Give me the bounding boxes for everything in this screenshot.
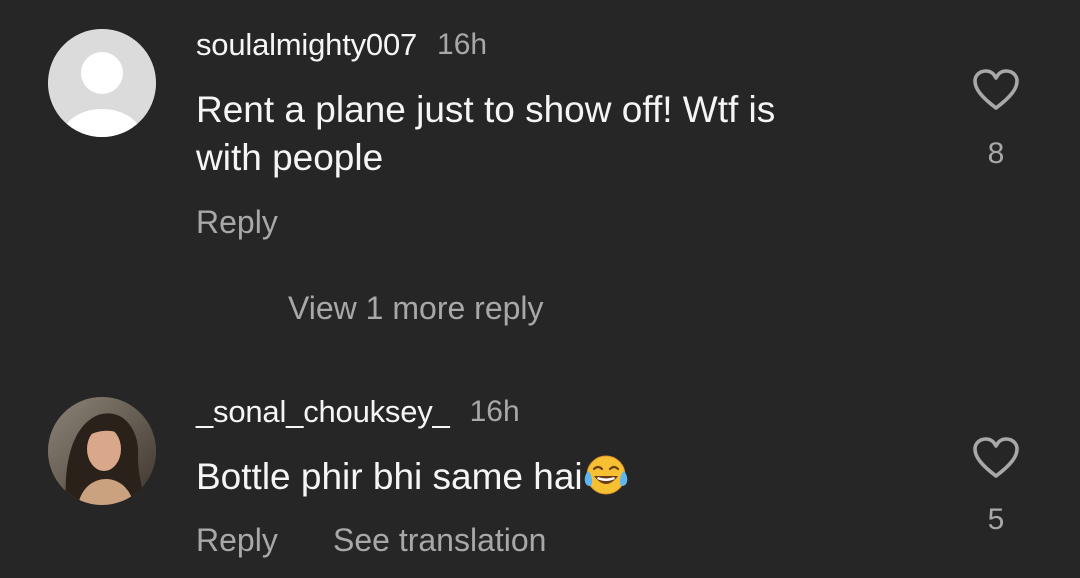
timestamp: 16h <box>437 28 488 61</box>
timestamp: 16h <box>469 395 520 428</box>
avatar[interactable] <box>48 397 156 505</box>
view-more-replies-button[interactable]: View 1 more reply <box>288 290 544 327</box>
heart-outline-icon[interactable] <box>972 68 1020 117</box>
reply-button[interactable]: Reply <box>196 522 278 559</box>
comment-header: _sonal_chouksey_ 16h <box>196 392 520 432</box>
reply-button[interactable]: Reply <box>196 204 278 241</box>
profile-photo <box>48 397 156 505</box>
comment-header: soulalmighty007 16h <box>196 25 487 65</box>
username[interactable]: soulalmighty007 <box>196 27 417 63</box>
like-count: 8 <box>987 137 1005 170</box>
like-count: 5 <box>987 503 1005 536</box>
avatar[interactable] <box>48 29 156 137</box>
comment-text-line-1: Rent a plane just to show off! Wtf is <box>196 89 776 130</box>
comment-text-line-2: with people <box>196 137 384 178</box>
default-avatar-icon <box>48 29 156 137</box>
see-translation-button[interactable]: See translation <box>333 522 546 559</box>
face-with-tears-of-joy-icon <box>583 453 629 509</box>
heart-outline-icon[interactable] <box>972 436 1020 485</box>
username[interactable]: _sonal_chouksey_ <box>196 394 450 430</box>
comment-text: Bottle phir bhi same hai <box>196 453 629 509</box>
comment-text-body: Bottle phir bhi same hai <box>196 456 583 497</box>
